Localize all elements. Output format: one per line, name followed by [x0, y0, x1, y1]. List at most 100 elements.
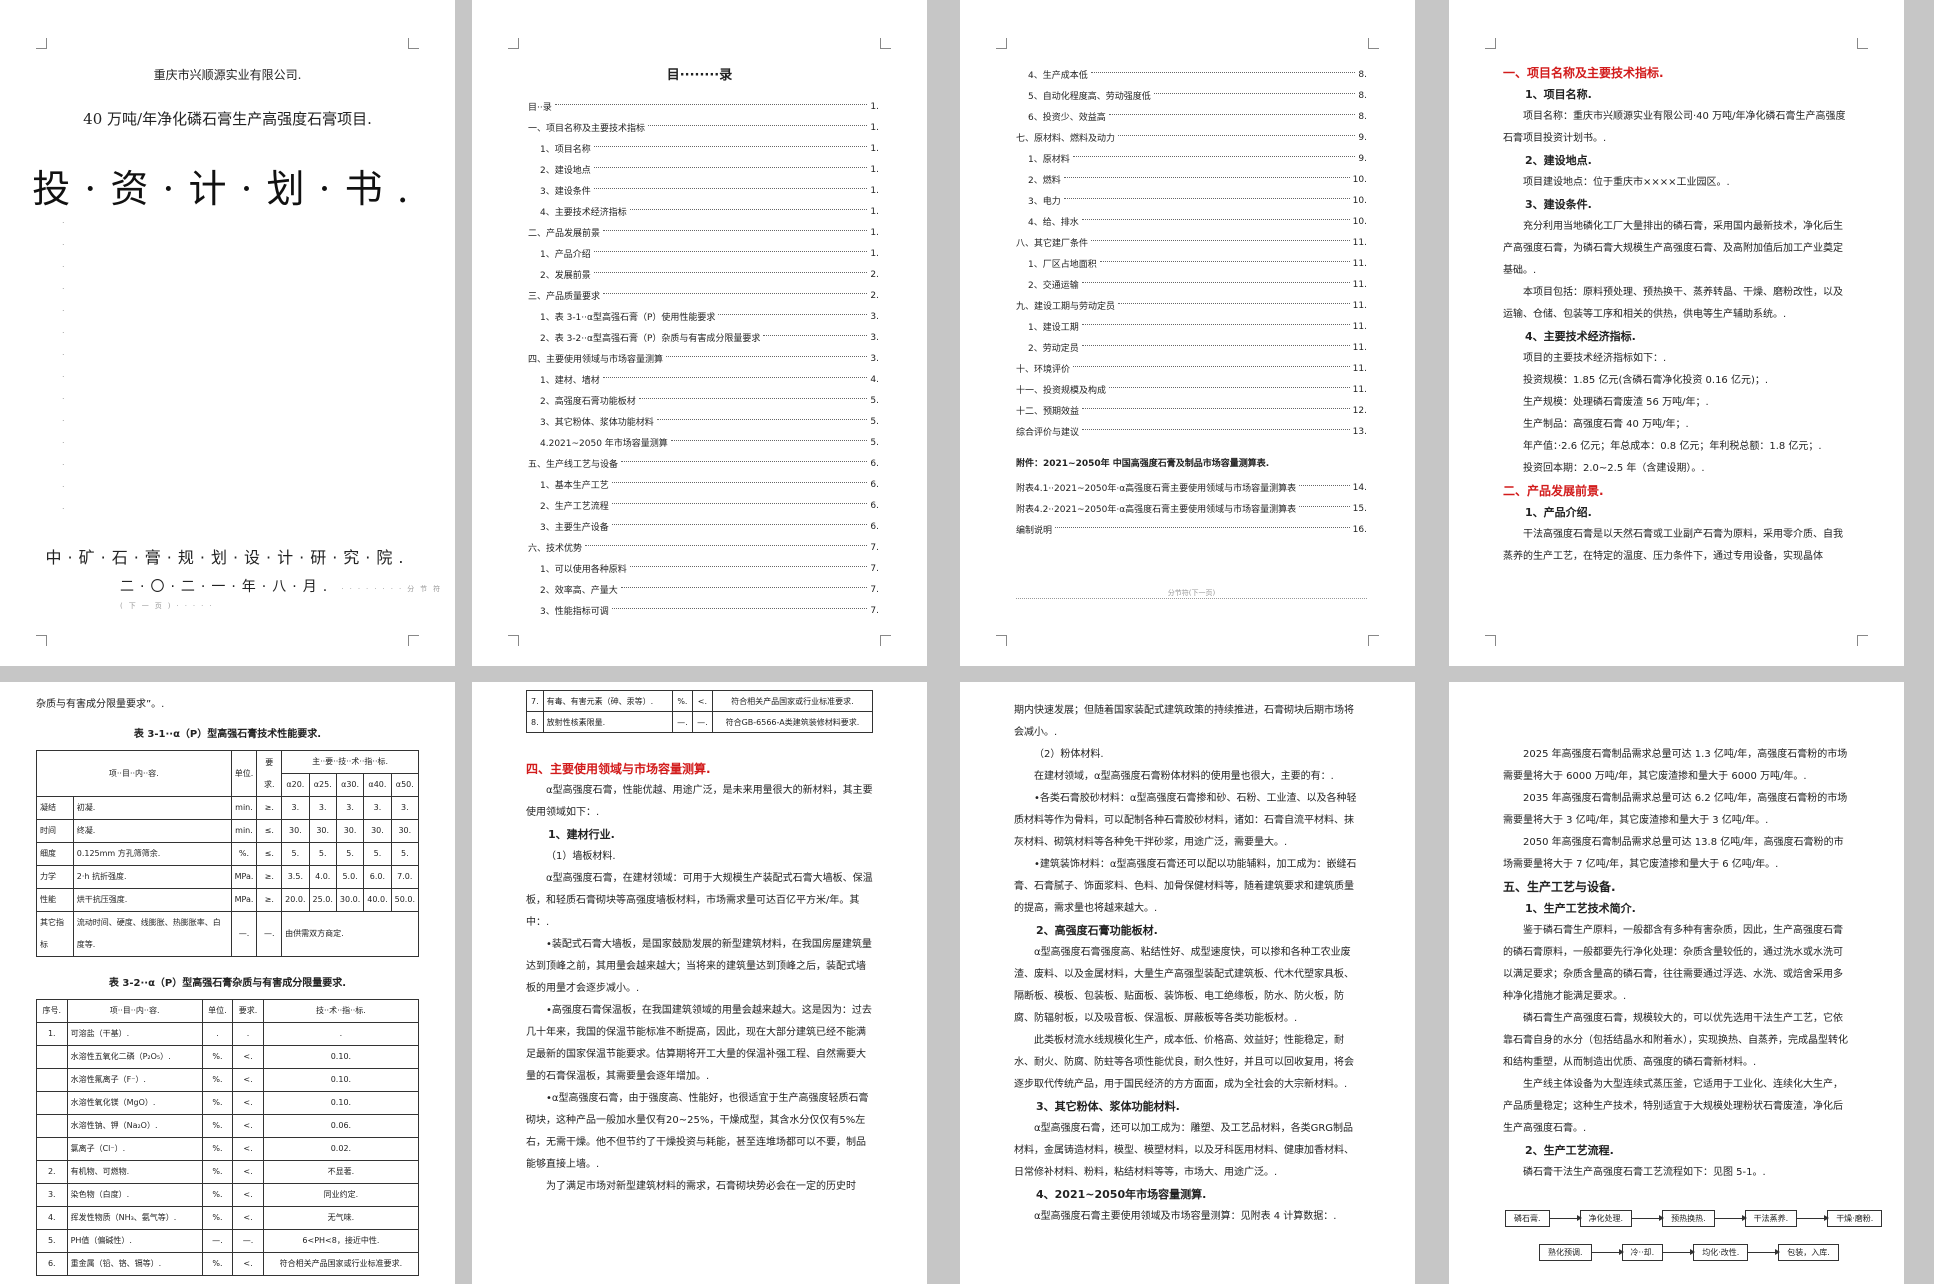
toc-entry[interactable]: 十、环境评价 11. — [1016, 358, 1367, 379]
toc-entry[interactable]: 2、交通运输 11. — [1016, 274, 1367, 295]
toc-entry[interactable]: 2、劳动定员 11. — [1016, 337, 1367, 358]
toc-entry[interactable]: 七、原材料、燃料及动力 9. — [1016, 127, 1367, 148]
toc-entry[interactable]: 编制说明 16. — [1016, 519, 1367, 540]
table-cell: %. — [230, 842, 258, 866]
table-cell: min. — [230, 819, 258, 843]
corner-mark — [508, 38, 519, 49]
toc-entry[interactable]: 2、高强度石膏功能板材 5. — [528, 390, 879, 411]
table-row: 细度 0.125mm 方孔筛筛余.%. ≤. 5. 5. 5. 5. 5. — [36, 842, 420, 866]
toc-entry[interactable]: 综合评价与建议 13. — [1016, 421, 1367, 442]
toc-leader-dots — [611, 608, 868, 609]
paragraph: 磷石膏干法生产高强度石膏工艺流程如下：见图 5-1。. — [1523, 1167, 1766, 1178]
paragraph: 生产线主体设备为大型连续式蒸压釜，它适用于工业化、连续化大生产，产品质量稳定；这… — [1503, 1079, 1843, 1134]
toc-entry[interactable]: 五、生产线工艺与设备 6. — [528, 453, 879, 474]
toc-entry[interactable]: 1、表 3-1··α型高强石膏（P）使用性能要求 3. — [528, 306, 879, 327]
toc-page-number: 1. — [870, 143, 879, 154]
toc-entry[interactable]: 附表4.2··2021~2050年·α高强度石膏主要使用领域与市场容量测算表 15… — [1016, 498, 1367, 519]
toc-entry[interactable]: 3、性能指标可调 7. — [528, 600, 879, 621]
toc-leader-dots — [593, 272, 868, 273]
table-header: α30. — [335, 773, 365, 797]
toc-page-number: 6. — [870, 458, 879, 469]
toc-entry[interactable]: 八、其它建厂条件 11. — [1016, 232, 1367, 253]
toc-entry[interactable]: 二、产品发展前景 1. — [528, 222, 879, 243]
table-cell: 染色物（白度）. — [66, 1183, 203, 1207]
toc-entry[interactable]: 2、生产工艺流程 6. — [528, 495, 879, 516]
table-cell: %. — [201, 1252, 234, 1276]
toc-entry[interactable]: 六、技术优势 7. — [528, 537, 879, 558]
toc-leader-dots — [1082, 429, 1350, 430]
toc-entry[interactable]: 4、主要技术经济指标 1. — [528, 201, 879, 222]
toc-leader-dots — [1091, 240, 1350, 241]
toc-entry[interactable]: 目··录 1. — [528, 96, 879, 117]
toc-entry[interactable]: 3、主要生产设备 6. — [528, 516, 879, 537]
toc-entry[interactable]: 1、可以使用各种原料 7. — [528, 558, 879, 579]
toc-entry[interactable]: 1、项目名称 1. — [528, 138, 879, 159]
toc-entry[interactable]: 1、产品介绍 1. — [528, 243, 879, 264]
toc-entry-label: 三、产品质量要求 — [528, 292, 601, 302]
toc-entry[interactable]: 1、厂区占地面积 11. — [1016, 253, 1367, 274]
toc-leader-dots — [1108, 114, 1356, 115]
toc-entry[interactable]: 3、电力 10. — [1016, 190, 1367, 211]
toc-leader-dots — [621, 461, 868, 462]
table-cell: <. — [232, 1114, 264, 1138]
toc-entry[interactable]: 2、表 3-2··α型高强石膏（P）杂质与有害成分限量要求 3. — [528, 327, 879, 348]
toc-leader-dots — [763, 335, 868, 336]
toc-entry[interactable]: 2、燃料 10. — [1016, 169, 1367, 190]
table-cell: —. — [230, 911, 258, 957]
table-cell: 5. — [363, 842, 392, 866]
toc-entry[interactable]: 4、生产成本低 8. — [1016, 64, 1367, 85]
spec-table-2-cont: 7. 有毒、有害元素（砷、汞等）. %. <. 符合相关产品国家或行业标准要求.… — [526, 690, 874, 733]
table-cell: 3.5. — [281, 865, 310, 889]
table-cell: ≤. — [256, 819, 283, 843]
toc-entry-label: 六、技术优势 — [528, 544, 583, 554]
table-cell: 3. — [363, 796, 392, 820]
flow-arrow — [1748, 1249, 1781, 1255]
table-cell: 挥发性物质（NH₃、氨气等）. — [66, 1206, 203, 1230]
toc-entry[interactable]: 十二、预期效益 12. — [1016, 400, 1367, 421]
paragraph: 项目建设地点：位于重庆市××××工业园区。. — [1523, 177, 1730, 188]
toc-entry[interactable]: 1、建材、墙材 4. — [528, 369, 879, 390]
toc-entry[interactable]: 3、其它粉体、浆体功能材料 5. — [528, 411, 879, 432]
toc-page-number: 10. — [1352, 174, 1367, 185]
table-cell: ≥. — [256, 888, 283, 912]
toc-entry[interactable]: 一、项目名称及主要技术指标 1. — [528, 117, 879, 138]
toc-entry[interactable]: 2、发展前景 2. — [528, 264, 879, 285]
table-cell: <. — [691, 690, 713, 712]
toc-entry-label: 二、产品发展前景 — [528, 229, 601, 239]
table-cell: 0.06. — [262, 1114, 420, 1138]
table-cell: 性能 — [36, 888, 74, 912]
table-cell: 25.0. — [308, 888, 337, 912]
toc-entry[interactable]: 1、基本生产工艺 6. — [528, 474, 879, 495]
toc-entry[interactable]: 附表4.1··2021~2050年·α高强度石膏主要使用领域与市场容量测算表 14… — [1016, 477, 1367, 498]
toc-entry[interactable]: 1、建设工期 11. — [1016, 316, 1367, 337]
toc-leader-dots — [648, 125, 868, 126]
toc-page-number: 3. — [870, 353, 879, 364]
toc-leader-dots — [1299, 506, 1350, 507]
toc-entry[interactable]: 1、原材料 9. — [1016, 148, 1367, 169]
document-title: 投·资·计·划·书. — [32, 167, 423, 211]
toc-entry[interactable]: 3、建设条件 1. — [528, 180, 879, 201]
toc-entry[interactable]: 十一、投资规模及构成 11. — [1016, 379, 1367, 400]
table-header: 项··目··内··容. — [36, 750, 232, 797]
toc-entry[interactable]: 三、产品质量要求 2. — [528, 285, 879, 306]
toc-page-number: 13. — [1352, 426, 1367, 437]
toc-entry[interactable]: 四、主要使用领域与市场容量测算 3. — [528, 348, 879, 369]
list-item: 生产制品：高强度石膏 40 万吨/年；. — [1523, 419, 1689, 430]
toc-page-number: 11. — [1352, 321, 1367, 332]
toc-entry[interactable]: 九、建设工期与劳动定员 11. — [1016, 295, 1367, 316]
toc-entry-label: 4、给、排水 — [1028, 218, 1079, 228]
toc-entry[interactable]: 4、给、排水 10. — [1016, 211, 1367, 232]
paragraph: •建筑装饰材料：α型高强度石膏还可以配以功能辅料，加工成为：嵌缝石膏、石膏腻子、… — [1014, 859, 1357, 914]
toc-entry-label: 3、主要生产设备 — [540, 523, 609, 533]
table-cell: 50.0. — [390, 888, 420, 912]
toc-leader-dots — [611, 524, 868, 525]
paragraph: •高强度石膏保温板，在我国建筑领域的用量会越来越大。这是因为：过去几十年来，我国… — [526, 1005, 872, 1082]
table-cell: 其它指标 — [36, 911, 74, 957]
table-cell: %. — [201, 1183, 234, 1207]
table-header: 序号. — [36, 999, 68, 1023]
toc-entry[interactable]: 6、投资少、效益高 8. — [1016, 106, 1367, 127]
toc-entry[interactable]: 4.2021~2050 年市场容量测算 5. — [528, 432, 879, 453]
toc-entry[interactable]: 2、建设地点 1. — [528, 159, 879, 180]
toc-entry[interactable]: 5、自动化程度高、劳动强度低 8. — [1016, 85, 1367, 106]
toc-entry[interactable]: 2、效率高、产量大 7. — [528, 579, 879, 600]
